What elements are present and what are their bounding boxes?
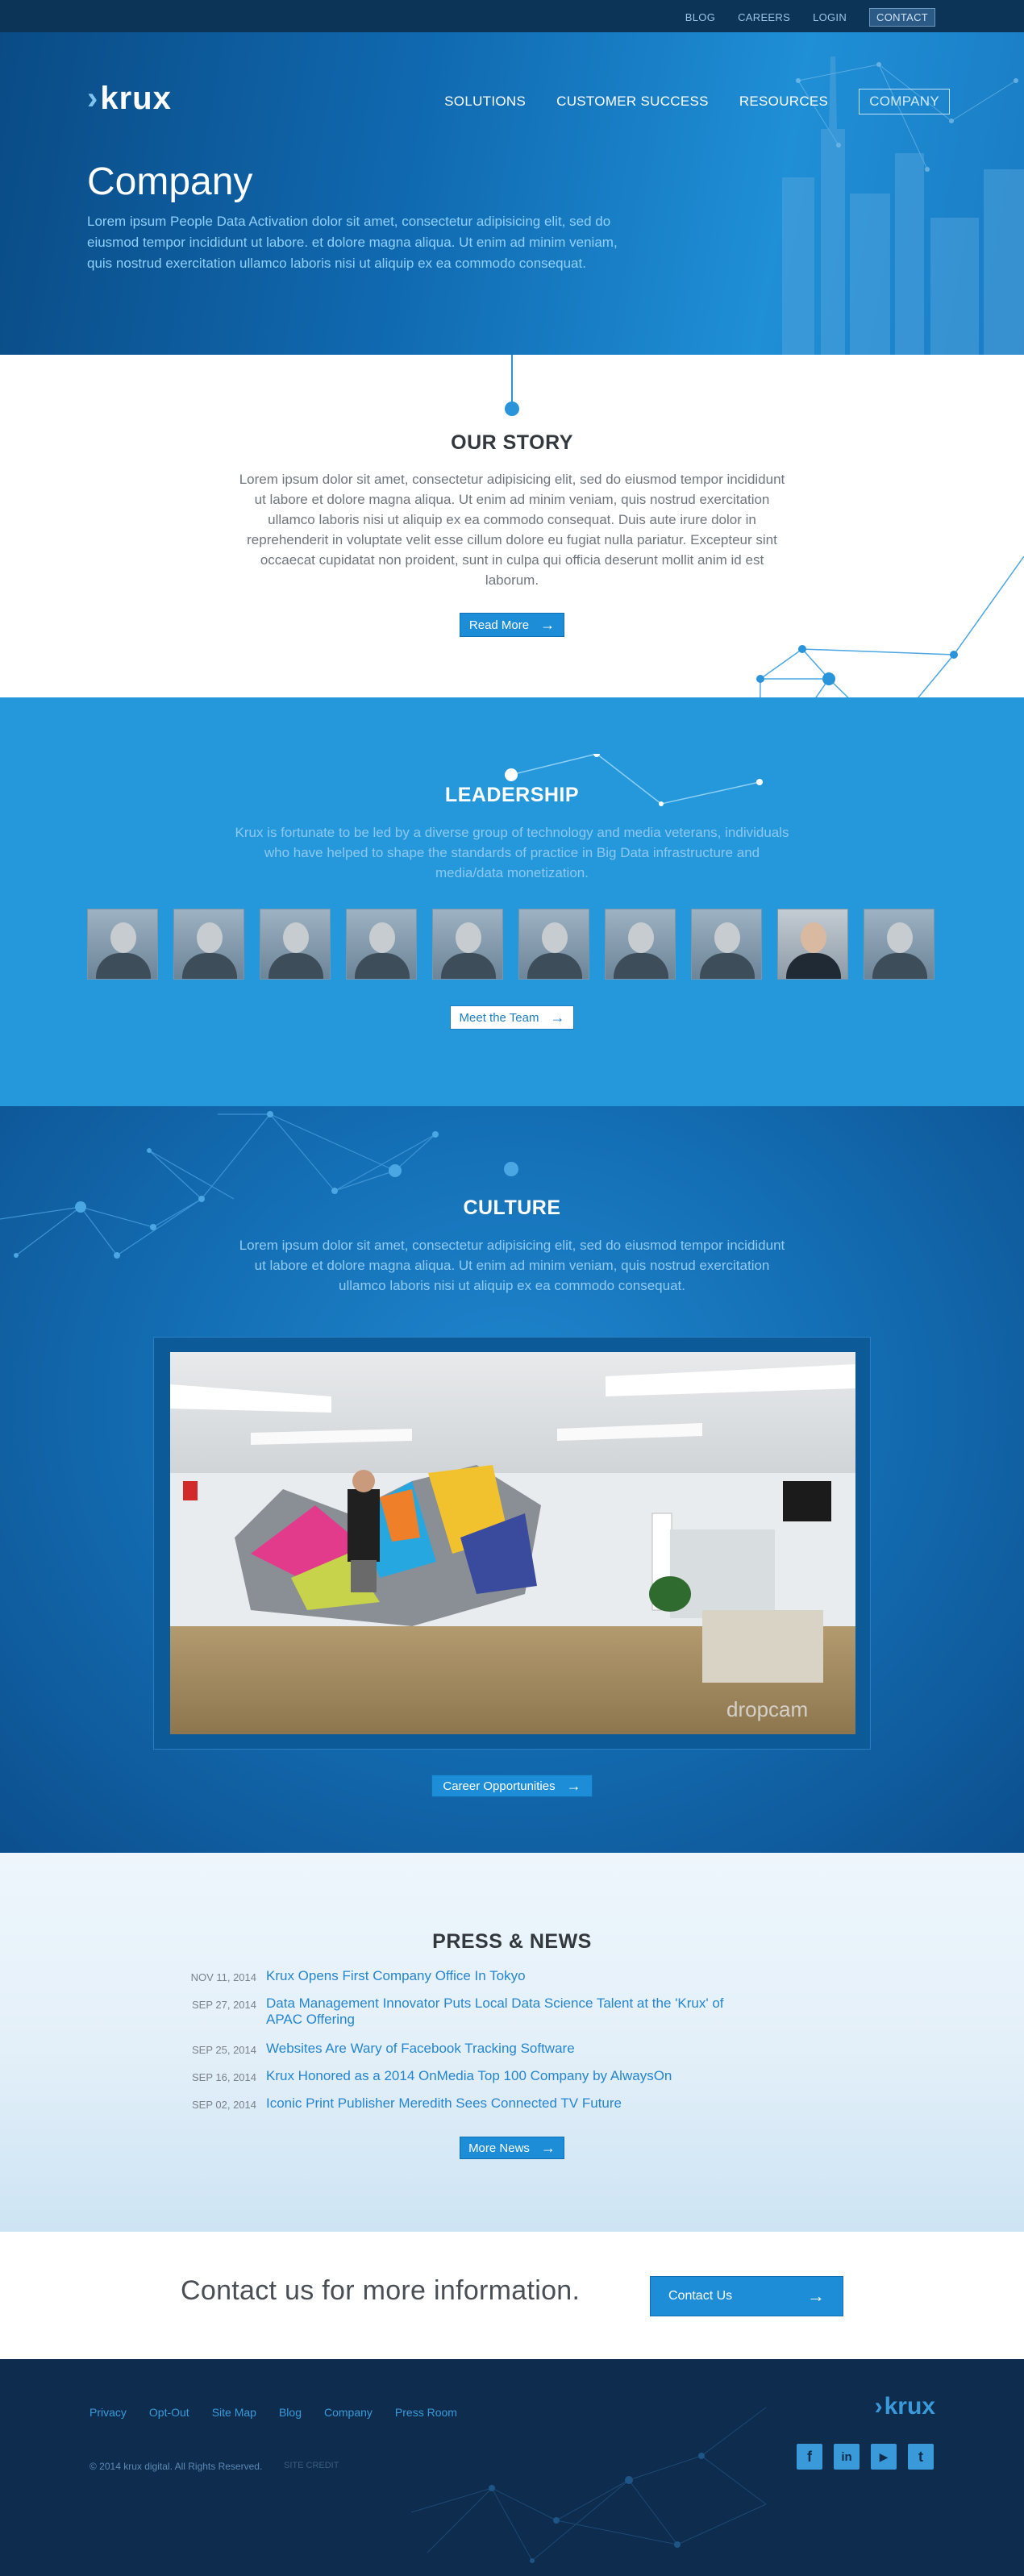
footer-logo-text: krux	[884, 2393, 935, 2420]
contact-us-label: Contact Us	[668, 2289, 733, 2303]
leadership-title: LEADERSHIP	[444, 784, 580, 806]
dropcam-watermark: dropcam	[726, 1697, 808, 1721]
culture-title: CULTURE	[463, 1196, 561, 1219]
linkedin-icon[interactable]: in	[834, 2444, 860, 2470]
leader-portrait[interactable]	[605, 909, 676, 980]
krux-logo[interactable]: › krux	[87, 81, 172, 117]
krux-logo-mark-icon: ›	[874, 2393, 883, 2420]
main-nav: SOLUTIONS CUSTOMER SUCCESS RESOURCES COM…	[414, 89, 950, 114]
footer-network-graphic	[410, 2407, 767, 2563]
news-date: SEP 16, 2014	[192, 2071, 256, 2083]
footer-links: Privacy Opt-Out Site Map Blog Company Pr…	[89, 2406, 480, 2419]
footer: Privacy Opt-Out Site Map Blog Company Pr…	[0, 2359, 1024, 2576]
culture-text: Lorem ipsum dolor sit amet, consectetur …	[239, 1238, 785, 1293]
twitter-icon[interactable]: t	[908, 2444, 934, 2470]
login-link[interactable]: LOGIN	[813, 11, 847, 23]
nav-company[interactable]: COMPANY	[859, 89, 950, 114]
contact-link[interactable]: CONTACT	[869, 8, 935, 27]
contact-section: Contact us for more information. Contact…	[0, 2232, 1024, 2359]
leader-portrait[interactable]	[346, 909, 417, 980]
leader-portrait[interactable]	[432, 909, 503, 980]
arrow-right-icon: →	[550, 1009, 565, 1026]
hero-description: Lorem ipsum People Data Activation dolor…	[87, 214, 618, 271]
news-headline-link[interactable]: Data Management Innovator Puts Local Dat…	[266, 1995, 750, 2028]
leader-portrait[interactable]	[87, 909, 158, 980]
career-opportunities-button[interactable]: Career Opportunities →	[431, 1775, 593, 1797]
news-date: SEP 02, 2014	[192, 2099, 256, 2111]
arrow-right-icon: →	[807, 2286, 825, 2306]
page-title: Company	[87, 160, 253, 203]
footer-link-press-room[interactable]: Press Room	[395, 2406, 457, 2419]
utility-links: BLOG CAREERS LOGIN CONTACT	[663, 8, 935, 27]
blog-link[interactable]: BLOG	[685, 11, 715, 23]
nav-solutions[interactable]: SOLUTIONS	[444, 94, 526, 110]
footer-krux-logo[interactable]: › krux	[875, 2393, 935, 2420]
footer-link-company[interactable]: Company	[324, 2406, 373, 2419]
news-headline-link[interactable]: Krux Honored as a 2014 OnMedia Top 100 C…	[266, 2068, 672, 2084]
more-news-button[interactable]: More News →	[460, 2137, 564, 2159]
leader-portrait[interactable]	[777, 909, 848, 980]
leader-portrait[interactable]	[691, 909, 762, 980]
timeline-node-icon	[505, 402, 519, 416]
culture-section: CULTURE Lorem ipsum dolor sit amet, cons…	[0, 1106, 1024, 1853]
news-item: SEP 02, 2014 Iconic Print Publisher Mere…	[161, 2095, 790, 2112]
news-headline-link[interactable]: Websites Are Wary of Facebook Tracking S…	[266, 2041, 575, 2057]
office-mural-image: dropcam	[170, 1352, 855, 1734]
office-video[interactable]: dropcam	[170, 1352, 855, 1734]
footer-link-opt-out[interactable]: Opt-Out	[149, 2406, 189, 2419]
krux-logo-text: krux	[100, 81, 172, 116]
contact-us-button[interactable]: Contact Us →	[650, 2276, 843, 2316]
nav-resources[interactable]: RESOURCES	[739, 94, 828, 110]
news-item: NOV 11, 2014 Krux Opens First Company Of…	[161, 1968, 790, 1984]
city-skyline-graphic	[782, 56, 1024, 355]
arrow-right-icon: →	[566, 1777, 581, 1794]
utility-bar: BLOG CAREERS LOGIN CONTACT	[0, 0, 1024, 32]
news-headline-link[interactable]: Krux Opens First Company Office In Tokyo	[266, 1968, 526, 1984]
footer-link-blog[interactable]: Blog	[279, 2406, 302, 2419]
leader-portrait[interactable]	[260, 909, 331, 980]
copyright-text: © 2014 krux digital. All Rights Reserved…	[89, 2461, 263, 2472]
footer-link-privacy[interactable]: Privacy	[89, 2406, 127, 2419]
news-item: SEP 27, 2014 Data Management Innovator P…	[161, 1995, 790, 2028]
facebook-icon[interactable]: f	[797, 2444, 822, 2470]
news-date: SEP 27, 2014	[192, 1999, 256, 2011]
meet-the-team-label: Meet the Team	[459, 1010, 539, 1025]
leader-portrait[interactable]	[518, 909, 589, 980]
leader-portrait[interactable]	[173, 909, 244, 980]
more-news-label: More News	[468, 2141, 530, 2155]
nav-customer-success[interactable]: CUSTOMER SUCCESS	[556, 94, 709, 110]
site-credit-link[interactable]: SITE CREDIT	[284, 2461, 339, 2470]
arrow-right-icon: →	[540, 2139, 556, 2156]
press-news-title: PRESS & NEWS	[432, 1930, 592, 1953]
hero-banner: › krux SOLUTIONS CUSTOMER SUCCESS RESOUR…	[0, 32, 1024, 355]
footer-link-site-map[interactable]: Site Map	[212, 2406, 256, 2419]
press-news-section: PRESS & NEWS NOV 11, 2014 Krux Opens Fir…	[0, 1853, 1024, 2232]
career-opportunities-label: Career Opportunities	[443, 1779, 556, 1793]
leadership-text: Krux is fortunate to be led by a diverse…	[235, 825, 789, 880]
leader-portrait[interactable]	[864, 909, 935, 980]
krux-logo-mark-icon: ›	[87, 81, 99, 116]
news-item: SEP 25, 2014 Websites Are Wary of Facebo…	[161, 2041, 790, 2057]
careers-link[interactable]: CAREERS	[738, 11, 790, 23]
leadership-section: LEADERSHIP Krux is fortunate to be led b…	[0, 697, 1024, 1106]
news-date: SEP 25, 2014	[192, 2044, 256, 2056]
contact-cta-text: Contact us for more information.	[181, 2275, 581, 2306]
news-item: SEP 16, 2014 Krux Honored as a 2014 OnMe…	[161, 2068, 790, 2084]
culture-video-frame: dropcam	[153, 1337, 871, 1750]
news-date: NOV 11, 2014	[190, 1971, 256, 1983]
youtube-icon[interactable]: ▶	[871, 2444, 897, 2470]
meet-the-team-button[interactable]: Meet the Team →	[450, 1005, 574, 1030]
news-headline-link[interactable]: Iconic Print Publisher Meredith Sees Con…	[266, 2095, 622, 2112]
timeline-line	[511, 355, 513, 405]
our-story-title: OUR STORY	[451, 431, 573, 454]
